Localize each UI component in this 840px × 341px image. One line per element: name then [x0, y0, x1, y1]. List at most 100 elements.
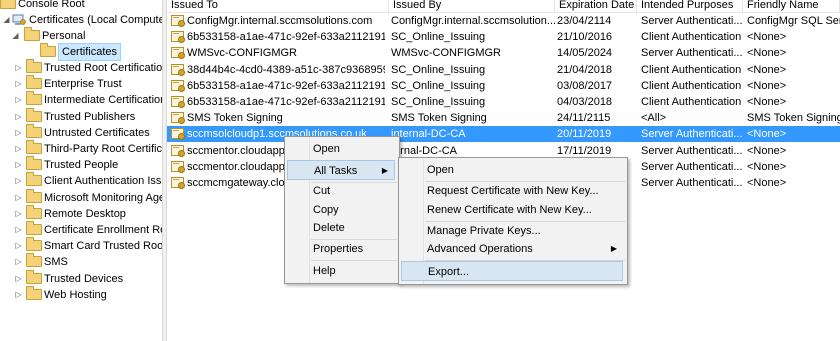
table-row[interactable]: 38d44b4c-4cd0-4389-a51c-387c9368959f SC_O… [167, 62, 840, 78]
folder-icon [40, 43, 56, 60]
folder-icon [26, 269, 42, 287]
table-cell: 20/11/2019 [557, 128, 612, 141]
menu-item-delete[interactable]: Delete [287, 218, 395, 238]
submenu-item-request-certificate[interactable]: Request Certificate with New Key... [401, 181, 623, 201]
table-cell: SMS Token Signing [391, 112, 487, 125]
collapse-arrow-icon[interactable]: ◢ [11, 28, 20, 44]
table-cell: <None> [747, 96, 787, 108]
submenu-item-export[interactable]: Export... [401, 261, 623, 281]
expand-arrow-icon[interactable]: ▷ [14, 190, 23, 206]
submenu-item-advanced-operations[interactable]: Advanced Operations ▶ [401, 239, 623, 259]
menu-item-help[interactable]: Help [287, 261, 395, 281]
tree-item-label: Trusted Devices [44, 272, 124, 285]
expand-arrow-icon[interactable]: ▷ [14, 141, 23, 157]
folder-icon [26, 75, 42, 92]
expand-arrow-icon[interactable]: ▷ [14, 222, 23, 238]
folder-icon [26, 221, 42, 238]
tree-item-label: Remote Desktop [44, 207, 126, 220]
menu-item-copy[interactable]: Copy [287, 200, 395, 220]
tree-item-label: Intermediate Certification A [44, 94, 162, 107]
tree-item-label: Untrusted Certificates [44, 126, 150, 139]
expand-arrow-icon[interactable]: ▷ [14, 76, 23, 92]
table-cell: Server Authenticati... [641, 15, 743, 27]
expand-arrow-icon[interactable]: ▷ [14, 92, 23, 108]
table-cell: <None> [747, 31, 787, 44]
table-cell: Server Authenticati... [641, 47, 743, 60]
expand-arrow-icon[interactable]: ▷ [14, 238, 23, 254]
column-intended-purposes[interactable]: Intended Purposes [637, 0, 743, 12]
tree-item-label: Microsoft Monitoring Ager [44, 191, 162, 204]
menu-item-cut[interactable]: Cut [287, 181, 395, 201]
table-row[interactable]: SMS Token Signing SMS Token Signing 24/11/… [167, 110, 840, 126]
certificate-icon [171, 112, 185, 125]
table-cell: SC_Online_Issuing [391, 96, 486, 108]
menu-item-properties[interactable]: Properties [287, 239, 395, 259]
submenu-item-open[interactable]: Open [401, 160, 623, 180]
table-cell: ConfigMgr SQL Ser... [747, 15, 840, 27]
table-cell: ConfigMgr.internal.sccmsolution... [391, 15, 555, 27]
table-cell: Client Authentication [641, 96, 742, 108]
certificate-icon [171, 160, 185, 173]
table-row[interactable]: ConfigMgr.internal.sccmsolutions.com Conf… [167, 13, 840, 29]
table-cell: <None> [747, 63, 787, 76]
expand-arrow-icon[interactable]: ▷ [14, 173, 23, 189]
table-cell: Server Authenticati... [641, 160, 743, 173]
submenu-arrow-icon: ▶ [381, 166, 388, 175]
expand-arrow-icon[interactable]: ▷ [14, 60, 23, 76]
table-cell: 38d44b4c-4cd0-4389-a51c-387c9368959f [187, 63, 385, 76]
table-cell: Server Authenticati... [641, 144, 743, 157]
table-cell: SC_Online_Issuing [391, 31, 486, 44]
computer-certificate-store-icon [12, 14, 26, 25]
table-cell: 21/10/2016 [557, 31, 613, 44]
table-cell: 24/11/2115 [557, 112, 611, 125]
column-issued-by[interactable]: Issued By [389, 0, 555, 12]
folder-icon [26, 188, 42, 206]
expand-arrow-icon[interactable]: ▷ [14, 287, 23, 303]
folder-icon [26, 237, 42, 254]
column-issued-to[interactable]: Issued To [167, 0, 389, 12]
submenu-item-renew-certificate[interactable]: Renew Certificate with New Key... [401, 200, 623, 220]
table-row[interactable]: 6b533158-a1ae-471c-92ef-633a2112191c SC_O… [167, 94, 840, 110]
expand-arrow-icon[interactable]: ▷ [14, 125, 23, 141]
expand-arrow-icon[interactable]: ▷ [14, 109, 23, 125]
menu-item-open[interactable]: Open [287, 139, 395, 159]
table-row[interactable]: 6b533158-a1ae-471c-92ef-633a2112191c SC_O… [167, 78, 840, 94]
table-cell: SC_Online_Issuing [391, 63, 486, 76]
expand-arrow-icon[interactable]: ▷ [14, 157, 23, 173]
table-cell: 14/05/2024 [557, 47, 613, 60]
menu-item-all-tasks[interactable]: All Tasks ▶ [287, 160, 395, 180]
expand-arrow-icon[interactable]: ▷ [14, 206, 23, 222]
table-cell: 6b533158-a1ae-471c-92ef-633a2112191c [187, 79, 385, 92]
folder-icon [26, 172, 42, 189]
table-cell: Server Authenticati... [641, 177, 743, 189]
table-cell: SMS Token Signing... [747, 112, 840, 125]
submenu-item-manage-private-keys[interactable]: Manage Private Keys... [401, 221, 623, 241]
table-row[interactable]: 6b533158-a1ae-471c-92ef-633a2112191c SC_O… [167, 29, 840, 45]
table-cell: Client Authentication [641, 79, 742, 92]
certificate-icon [171, 144, 185, 157]
expand-arrow-icon[interactable]: ▷ [14, 271, 23, 287]
folder-icon [26, 285, 42, 303]
table-row[interactable]: WMSvc-CONFIGMGR WMSvc-CONFIGMGR 14/05/2024… [167, 45, 840, 61]
table-cell: WMSvc-CONFIGMGR [187, 47, 297, 60]
context-menu: Open All Tasks ▶ Cut Copy Delete Properti… [284, 136, 400, 284]
table-cell: <None> [747, 128, 787, 141]
tree-item-label: Certificates [58, 43, 122, 61]
all-tasks-submenu: Open Request Certificate with New Key...… [398, 157, 628, 285]
certificate-icon [171, 15, 185, 27]
table-row[interactable]: sccmsolcloudp1.sccmsolutions.co.uk intern… [167, 126, 840, 143]
tree-item-label: Smart Card Trusted Roots [44, 240, 162, 253]
column-expiration-date[interactable]: Expiration Date [555, 0, 637, 12]
certificate-icon [171, 31, 185, 44]
column-friendly-name[interactable]: Friendly Name [743, 0, 840, 12]
tree-item-label: SMS [44, 256, 68, 269]
table-cell: <All> [641, 112, 667, 125]
table-cell: 6b533158-a1ae-471c-92ef-633a2112191c [187, 96, 385, 108]
table-cell: <None> [747, 177, 787, 189]
tree-item-label: Trusted Root Certification [44, 62, 162, 74]
collapse-arrow-icon[interactable]: ◢ [2, 12, 11, 28]
table-cell: WMSvc-CONFIGMGR [391, 47, 501, 60]
folder-icon [26, 107, 42, 125]
expand-arrow-icon[interactable]: ▷ [14, 254, 23, 270]
tree-item-label: Third-Party Root Certificat [44, 143, 162, 155]
